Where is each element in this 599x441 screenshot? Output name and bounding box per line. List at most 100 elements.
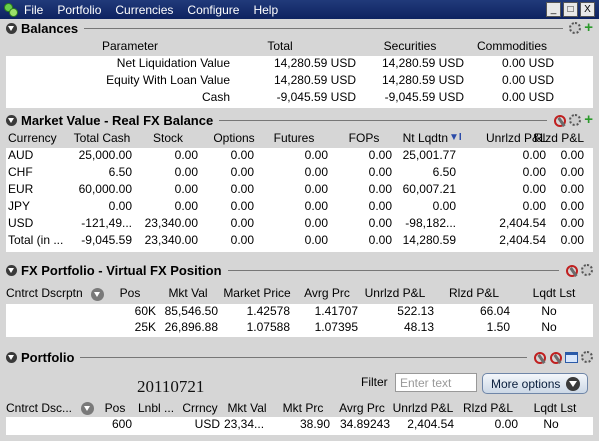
table-cell: 0.00 USD <box>501 73 554 87</box>
menu-portfolio[interactable]: Portfolio <box>57 3 101 17</box>
column-header: Avrg Prc <box>304 286 350 300</box>
table-cell: 14,280.59 USD <box>273 73 356 87</box>
column-header: Total Cash <box>73 131 131 145</box>
tools-icon[interactable] <box>565 264 578 277</box>
date-stamp: 20110721 <box>137 377 205 396</box>
column-dropdown-icon[interactable] <box>91 288 104 301</box>
collapse-icon[interactable] <box>6 351 17 363</box>
column-dropdown-icon[interactable] <box>81 402 94 415</box>
filter-input[interactable] <box>395 373 477 392</box>
table-cell: 0.00 <box>230 216 254 230</box>
app-logo-icon <box>4 3 18 17</box>
collapse-icon[interactable] <box>6 22 17 34</box>
calculator-icon[interactable] <box>549 351 562 364</box>
fx-portfolio-header: FX Portfolio - Virtual FX Position <box>0 261 599 279</box>
collapse-icon[interactable] <box>6 114 17 126</box>
table-cell: -9,045.59 USD <box>384 90 464 104</box>
table-cell: 23,340.00 <box>144 216 198 230</box>
settings-gear-icon[interactable] <box>569 22 582 34</box>
maximize-button[interactable]: □ <box>563 2 578 17</box>
table-cell: 0.00 <box>368 182 392 196</box>
table-cell: 1.41707 <box>314 304 358 318</box>
column-header: Unrlzd P&L <box>392 401 454 415</box>
table-cell: 14,280.59 USD <box>273 56 356 70</box>
market-value-column-headers: Currency Total Cash Stock Options Futures FOP… <box>0 131 599 147</box>
table-cell: Net Liquidation Value <box>116 56 230 70</box>
column-header: Pos <box>119 286 141 300</box>
settings-gear-icon[interactable] <box>569 114 582 126</box>
settings-gear-icon[interactable] <box>581 264 593 276</box>
menu-file[interactable]: File <box>24 3 43 17</box>
tools-icon[interactable] <box>533 351 546 364</box>
table-cell: 0.00 <box>560 233 584 247</box>
table-cell: 25,001.77 <box>402 148 456 162</box>
detach-window-icon[interactable] <box>565 351 578 363</box>
column-header: Currency <box>8 131 57 145</box>
column-header: Futures <box>273 131 315 145</box>
add-icon[interactable]: + <box>584 20 593 35</box>
table-cell: 0.00 <box>304 182 328 196</box>
section-title: Portfolio <box>21 349 75 365</box>
menu-configure[interactable]: Configure <box>187 3 239 17</box>
portfolio-header: Portfolio <box>0 348 599 366</box>
table-cell: Equity With Loan Value <box>106 73 230 87</box>
table-cell: -9,045.59 <box>81 233 132 247</box>
market-value-header: Market Value - Real FX Balance + <box>0 111 599 129</box>
menu-help[interactable]: Help <box>253 3 278 17</box>
balances-header: Balances + <box>0 19 599 37</box>
table-cell: 0.00 <box>230 148 254 162</box>
table-cell: 0.00 <box>368 199 392 213</box>
table-cell: -9,045.59 USD <box>276 90 356 104</box>
table-cell: 0.00 <box>304 165 328 179</box>
balances-table: Net Liquidation Value 14,280.59 USD 14,280… <box>6 56 593 108</box>
table-cell: 1.50 <box>486 320 510 334</box>
table-cell: 0.00 <box>368 148 392 162</box>
column-header: Cntrct Dsc... <box>6 401 73 415</box>
table-cell: 600 <box>111 417 132 431</box>
sort-indicator-icon[interactable]: ▼I <box>449 132 462 143</box>
table-cell: EUR <box>8 182 34 196</box>
table-cell: 23,34... <box>224 417 265 431</box>
column-header: Options <box>213 131 255 145</box>
column-header: Nt Lqdtn <box>402 131 448 145</box>
more-options-label: More options <box>491 376 561 391</box>
table-cell: 0.00 <box>368 165 392 179</box>
table-cell: 1.42578 <box>246 304 290 318</box>
table-cell: 6.50 <box>108 165 132 179</box>
table-cell: 0.00 <box>174 165 198 179</box>
table-cell: 0.00 <box>560 182 584 196</box>
table-cell: 0.00 <box>304 199 328 213</box>
column-header: Mkt Val <box>227 401 267 415</box>
menu-currencies[interactable]: Currencies <box>115 3 173 17</box>
table-cell: 66.04 <box>479 304 510 318</box>
minimize-button[interactable]: _ <box>546 2 561 17</box>
table-cell: JPY <box>8 199 31 213</box>
close-button[interactable]: X <box>580 2 595 17</box>
more-options-button[interactable]: More options <box>482 373 588 394</box>
table-cell: 60,007.21 <box>402 182 456 196</box>
table-cell: No <box>541 304 557 318</box>
table-cell: No <box>543 417 559 431</box>
column-header: Rlzd P&L <box>462 401 514 415</box>
fx-portfolio-table: 60K 85,546.50 1.42578 1.41707 522.13 66.04 No 2… <box>6 304 593 337</box>
column-header: Unrlzd P&L <box>364 286 426 300</box>
tools-icon[interactable] <box>553 114 567 127</box>
collapse-icon[interactable] <box>6 264 17 276</box>
portfolio-column-headers: Cntrct Dsc... Pos Lnbl ... Crrncy Mkt Val Mkt… <box>0 401 599 417</box>
column-header: Market Price <box>223 286 291 300</box>
add-icon[interactable]: + <box>584 112 593 127</box>
settings-gear-icon[interactable] <box>581 351 593 363</box>
table-cell: 0.00 <box>304 233 328 247</box>
chevron-down-icon <box>566 376 581 391</box>
table-cell: 0.00 <box>230 233 254 247</box>
column-header: Stock <box>152 131 183 145</box>
column-header: Rlzd P&L <box>533 131 584 145</box>
column-header: Lqdt Lst <box>533 401 577 415</box>
table-cell: 0.00 <box>368 233 392 247</box>
table-cell: 0.00 <box>230 199 254 213</box>
table-cell: 0.00 <box>560 199 584 213</box>
table-cell: 34.89243 <box>339 417 390 431</box>
market-value-table: AUD 25,000.00 0.00 0.00 0.00 0.00 25,001.77 0.0… <box>6 148 593 252</box>
table-cell: 1.07395 <box>314 320 358 334</box>
table-cell: 14,280.59 <box>402 233 456 247</box>
